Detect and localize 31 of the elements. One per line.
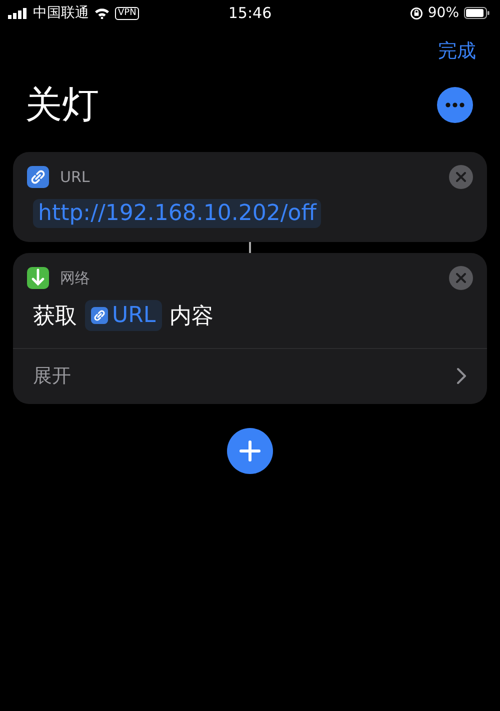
vpn-badge: VPN (115, 6, 140, 20)
action-verb: 获取 (33, 302, 77, 330)
link-icon (91, 307, 108, 324)
download-icon (27, 267, 49, 289)
add-action-button[interactable] (227, 428, 273, 474)
signal-icon (8, 8, 28, 18)
battery-percent: 90% (428, 5, 459, 21)
token-label: URL (112, 303, 156, 328)
remove-button[interactable] (449, 266, 473, 290)
more-icon (445, 102, 465, 108)
action-category: URL (60, 168, 91, 186)
action-suffix: 内容 (170, 302, 214, 330)
expand-label: 展开 (33, 364, 71, 389)
clock-time: 15:46 (228, 4, 272, 22)
wifi-icon (94, 7, 110, 19)
close-icon (456, 273, 466, 283)
plus-icon (239, 440, 261, 462)
url-field[interactable]: http://192.168.10.202/off (33, 199, 322, 228)
link-icon (27, 166, 49, 188)
more-button[interactable] (437, 87, 473, 123)
chevron-right-icon (456, 367, 467, 385)
done-button[interactable]: 完成 (438, 36, 476, 66)
remove-button[interactable] (449, 165, 473, 189)
close-icon (456, 172, 466, 182)
rotation-lock-icon (410, 6, 423, 20)
carrier-name: 中国联通 (33, 4, 89, 22)
battery-icon (464, 7, 490, 19)
expand-row[interactable]: 展开 (13, 348, 487, 404)
url-variable-token[interactable]: URL (85, 300, 162, 331)
shortcut-title: 关灯 (25, 82, 99, 128)
action-category: 网络 (60, 268, 91, 288)
